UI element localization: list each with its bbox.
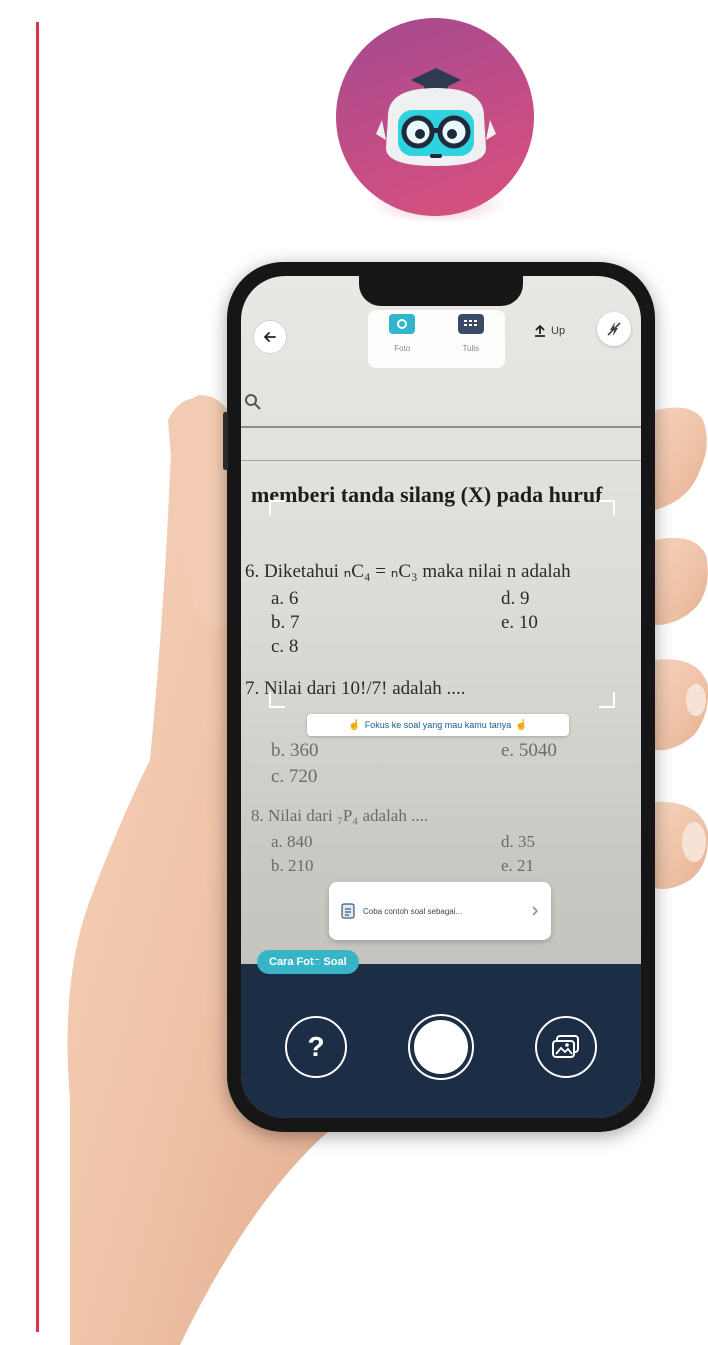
tab-tulis-label: Tulis xyxy=(462,344,480,353)
pointing-hand-icon: ☝ xyxy=(348,719,361,731)
logo-badge xyxy=(336,18,534,216)
camera-screen: Foto Tulis Up memberi tanda silang (X) p… xyxy=(241,276,641,1118)
flash-toggle-button[interactable] xyxy=(597,312,631,346)
flash-off-icon xyxy=(607,322,621,336)
keyboard-icon xyxy=(457,314,484,334)
option-line: c. 720 xyxy=(271,766,318,787)
upload-button[interactable]: Up xyxy=(533,324,565,338)
option-line: d. 9 xyxy=(501,588,530,609)
mascot-logo xyxy=(330,16,540,238)
option-line: b. 7 xyxy=(271,612,300,633)
focus-frame-corner xyxy=(269,500,285,516)
option-line: c. 8 xyxy=(271,636,299,657)
back-button[interactable] xyxy=(253,320,287,354)
accent-divider-line xyxy=(36,22,39,1332)
tab-tulis[interactable]: Tulis xyxy=(437,310,506,368)
paper-rule xyxy=(241,460,641,461)
tip-caret xyxy=(311,960,323,966)
help-button[interactable]: ? xyxy=(285,1016,347,1078)
sample-card-label: Coba contoh soal sebagai... xyxy=(363,906,463,916)
tab-foto[interactable]: Foto xyxy=(368,310,437,368)
gallery-button[interactable] xyxy=(535,1016,597,1078)
gallery-icon xyxy=(552,1035,579,1058)
chevron-right-icon xyxy=(532,906,539,916)
arrow-left-icon xyxy=(263,332,276,342)
sample-question-card[interactable]: Coba contoh soal sebagai... xyxy=(329,882,551,940)
phone-notch xyxy=(359,276,523,306)
focus-hint-banner: ☝ Fokus ke soal yang mau kamu tanya ☝ xyxy=(307,714,569,736)
search-icon xyxy=(245,394,261,410)
focus-frame-corner xyxy=(599,692,615,708)
option-line: a. 6 xyxy=(271,588,299,609)
smartphone: Foto Tulis Up memberi tanda silang (X) p… xyxy=(223,262,655,1132)
shutter-inner xyxy=(414,1020,468,1074)
camera-icon xyxy=(389,314,416,334)
option-line: a. 840 xyxy=(271,832,313,851)
option-line: b. 210 xyxy=(271,856,314,875)
shutter-button[interactable] xyxy=(408,1014,474,1080)
document-icon xyxy=(341,903,355,919)
upload-icon xyxy=(535,324,545,337)
paper-rule xyxy=(241,426,641,428)
photo-tip-label: Cara Foto Soal xyxy=(269,956,347,968)
upload-label: Up xyxy=(551,325,566,337)
question-mark-icon: ? xyxy=(307,1031,325,1062)
question-8: 8. Nilai dari ₇P₄ adalah .... xyxy=(251,806,429,825)
focus-frame-corner xyxy=(599,500,615,516)
pointing-hand-icon: ☝ xyxy=(515,719,528,731)
option-line: e. 10 xyxy=(501,612,538,633)
option-line: b. 360 xyxy=(271,740,319,761)
camera-controls-panel: Cara Foto Soal ? xyxy=(241,950,641,1118)
capture-mode-switch: Foto Tulis xyxy=(368,310,505,368)
photo-tip-badge[interactable]: Cara Foto Soal xyxy=(257,950,359,974)
paper-heading: memberi tanda silang (X) pada huruf xyxy=(251,482,603,507)
focus-frame-corner xyxy=(269,692,285,708)
focus-hint-text: Fokus ke soal yang mau kamu tanya xyxy=(364,720,512,730)
option-line: e. 21 xyxy=(501,856,535,875)
option-line: d. 35 xyxy=(501,832,535,851)
tab-foto-label: Foto xyxy=(394,344,411,353)
question-6: 6. Diketahui ₙC₄ = ₙC₃ maka nilai n adal… xyxy=(245,561,571,582)
option-line: e. 5040 xyxy=(501,740,557,761)
phone-side-button xyxy=(223,412,228,470)
robot-mascot-icon xyxy=(376,68,496,166)
